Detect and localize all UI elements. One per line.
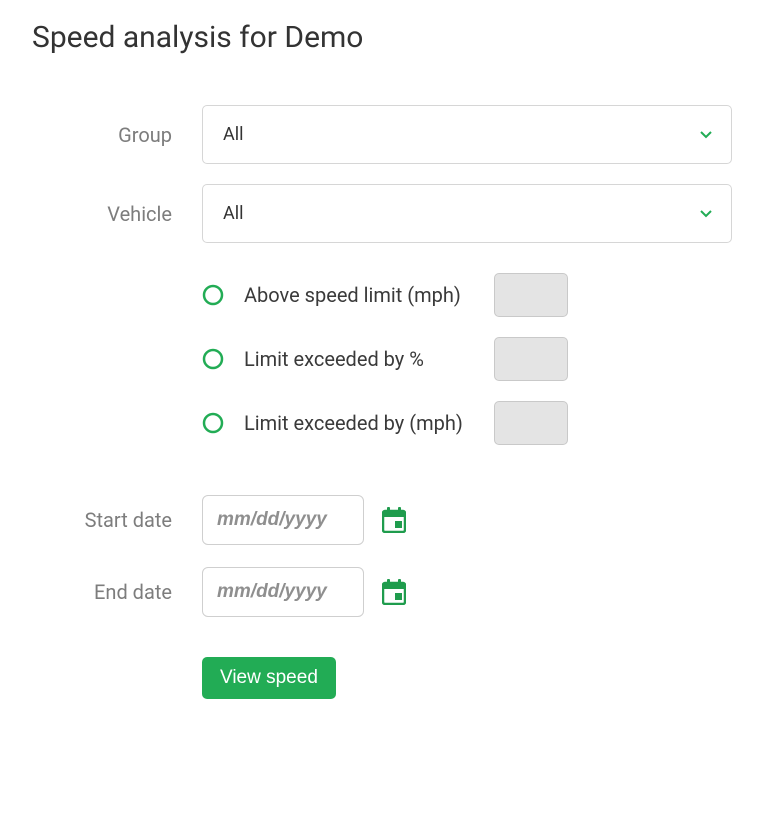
vehicle-select-value[interactable]: All bbox=[202, 184, 732, 243]
radio-exceeded-pct[interactable] bbox=[202, 348, 224, 370]
page-title: Speed analysis for Demo bbox=[32, 20, 740, 55]
end-date-input[interactable] bbox=[202, 567, 364, 617]
calendar-icon[interactable] bbox=[382, 507, 406, 533]
exceeded-pct-input[interactable] bbox=[494, 337, 568, 381]
start-date-label: Start date bbox=[85, 508, 172, 532]
radio-above-limit-label[interactable]: Above speed limit (mph) bbox=[244, 283, 474, 307]
group-label: Group bbox=[118, 123, 172, 147]
radio-exceeded-mph-label[interactable]: Limit exceeded by (mph) bbox=[244, 411, 474, 435]
radio-row-exceeded-pct: Limit exceeded by % bbox=[202, 327, 732, 391]
radio-row-above-limit: Above speed limit (mph) bbox=[202, 263, 732, 327]
group-select-value[interactable]: All bbox=[202, 105, 732, 164]
exceeded-mph-input[interactable] bbox=[494, 401, 568, 445]
start-date-input[interactable] bbox=[202, 495, 364, 545]
radio-above-limit[interactable] bbox=[202, 284, 224, 306]
group-select[interactable]: All bbox=[202, 105, 732, 164]
above-limit-input[interactable] bbox=[494, 273, 568, 317]
vehicle-select[interactable]: All bbox=[202, 184, 732, 243]
end-date-label: End date bbox=[94, 580, 172, 604]
radio-row-exceeded-mph: Limit exceeded by (mph) bbox=[202, 391, 732, 455]
calendar-icon[interactable] bbox=[382, 579, 406, 605]
vehicle-label: Vehicle bbox=[107, 202, 172, 226]
view-speed-button[interactable]: View speed bbox=[202, 657, 336, 699]
radio-exceeded-pct-label[interactable]: Limit exceeded by % bbox=[244, 347, 474, 371]
radio-exceeded-mph[interactable] bbox=[202, 412, 224, 434]
